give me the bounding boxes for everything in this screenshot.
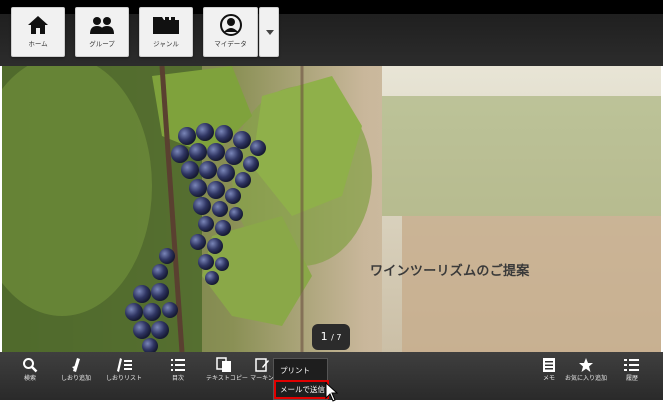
bookmark-list-icon bbox=[117, 358, 132, 372]
search-label: 検索 bbox=[23, 375, 36, 382]
nav-more-dropdown[interactable] bbox=[259, 7, 279, 57]
bookmark-add-button[interactable]: しおり追加 bbox=[58, 352, 94, 400]
print-menu-item[interactable]: プリント bbox=[274, 361, 329, 380]
slide-image bbox=[2, 66, 661, 352]
page-current: 1 bbox=[320, 330, 328, 343]
app-frame: ホーム グループ ジャンル マイデータ ワインツーリズムのご提案 1 / 7 検… bbox=[0, 0, 663, 414]
toc-button[interactable]: 目次 bbox=[160, 352, 196, 400]
star-icon bbox=[579, 358, 593, 372]
nav-genre-label: ジャンル bbox=[153, 40, 179, 48]
nav-group-label: グループ bbox=[89, 40, 115, 48]
folder-icon bbox=[153, 17, 179, 34]
text-copy-button[interactable]: テキストコピー bbox=[206, 352, 248, 400]
user-icon bbox=[219, 14, 242, 36]
vineyard-photo bbox=[2, 66, 661, 352]
favorite-add-button[interactable]: お気に入り追加 bbox=[562, 352, 610, 400]
marker-icon bbox=[255, 358, 269, 372]
group-icon bbox=[90, 17, 114, 34]
nav-genre-button[interactable]: ジャンル bbox=[139, 7, 193, 57]
page-indicator: 1 / 7 bbox=[312, 324, 350, 350]
bookmark-add-icon bbox=[72, 358, 80, 372]
search-button[interactable]: 検索 bbox=[12, 352, 48, 400]
share-popup-menu: プリント メールで送信 bbox=[273, 358, 329, 400]
nav-mydata-label: マイデータ bbox=[214, 40, 247, 48]
nav-mydata-button[interactable]: マイデータ bbox=[203, 7, 258, 57]
home-icon bbox=[28, 16, 48, 34]
favorite-add-label: お気に入り追加 bbox=[564, 375, 607, 382]
history-icon bbox=[624, 359, 639, 371]
copy-icon bbox=[216, 357, 231, 372]
bookmark-add-label: しおり追加 bbox=[60, 375, 91, 382]
toc-label: 目次 bbox=[171, 375, 184, 382]
page-total: / 7 bbox=[331, 333, 342, 342]
list-icon bbox=[171, 359, 185, 371]
search-icon bbox=[23, 358, 38, 373]
bookmark-list-label: しおりリスト bbox=[106, 375, 143, 382]
chevron-down-icon bbox=[266, 30, 274, 35]
send-mail-menu-item[interactable]: メールで送信 bbox=[274, 380, 329, 399]
text-copy-label: テキストコピー bbox=[206, 375, 248, 382]
mouse-cursor-icon bbox=[325, 382, 339, 402]
nav-group-button[interactable]: グループ bbox=[75, 7, 129, 57]
history-label: 履歴 bbox=[625, 375, 638, 382]
nav-home-label: ホーム bbox=[28, 40, 48, 48]
bookmark-list-button[interactable]: しおりリスト bbox=[106, 352, 142, 400]
history-button[interactable]: 履歴 bbox=[614, 352, 650, 400]
slide-title: ワインツーリズムのご提案 bbox=[370, 264, 530, 279]
memo-icon bbox=[543, 358, 555, 372]
top-nav-bar: ホーム グループ ジャンル マイデータ bbox=[0, 0, 663, 66]
bottom-strip bbox=[0, 400, 663, 414]
nav-home-button[interactable]: ホーム bbox=[11, 7, 65, 57]
